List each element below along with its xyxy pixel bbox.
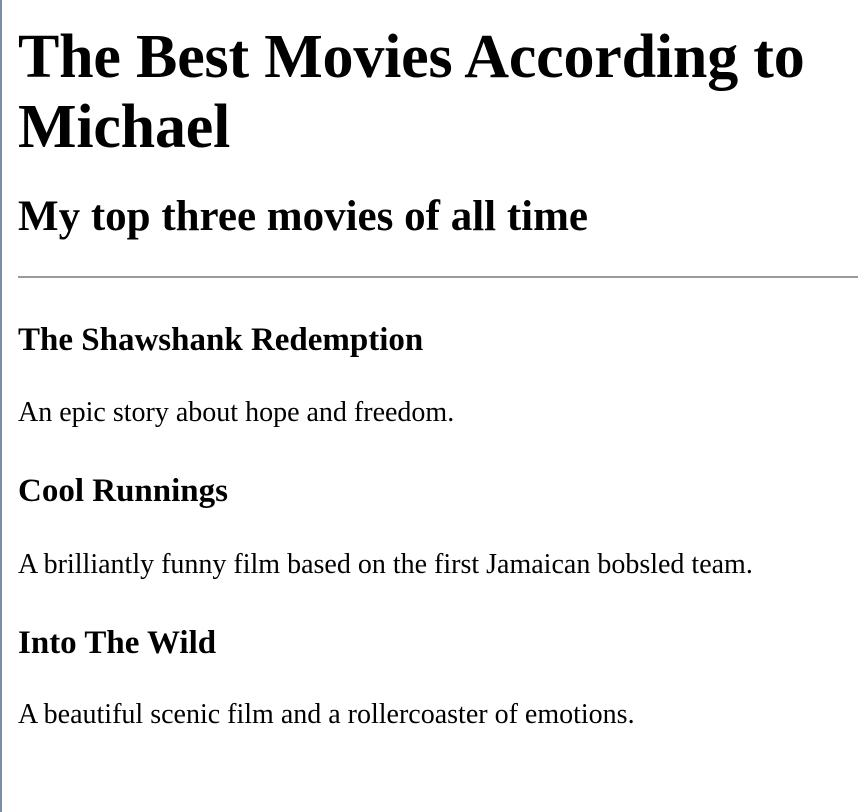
movie-title: Into The Wild	[18, 625, 217, 661]
movie-list: The Shawshank Redemption An epic story a…	[18, 321, 858, 732]
movie-description: A beautiful scenic film and a rollercoas…	[18, 699, 635, 730]
movie-description: A brilliantly funny film based on the fi…	[18, 549, 753, 580]
movie-title: Cool Runnings	[18, 473, 229, 509]
page-title: The Best Movies According to Michael	[18, 23, 805, 161]
movie-description: An epic story about hope and freedom.	[18, 397, 455, 428]
left-border	[0, 0, 2, 812]
page-subtitle: My top three movies of all time	[18, 193, 589, 240]
page-content: The Best Movies According to Michael My …	[18, 0, 858, 732]
movie-item-shawshank: The Shawshank Redemption An epic story a…	[18, 321, 858, 430]
movie-item-cool-runnings: Cool Runnings A brilliantly funny film b…	[18, 472, 858, 582]
movie-item-into-the-wild: Into The Wild A beautiful scenic film an…	[18, 624, 858, 732]
movie-title: The Shawshank Redemption	[18, 322, 424, 358]
section-divider	[18, 276, 858, 278]
